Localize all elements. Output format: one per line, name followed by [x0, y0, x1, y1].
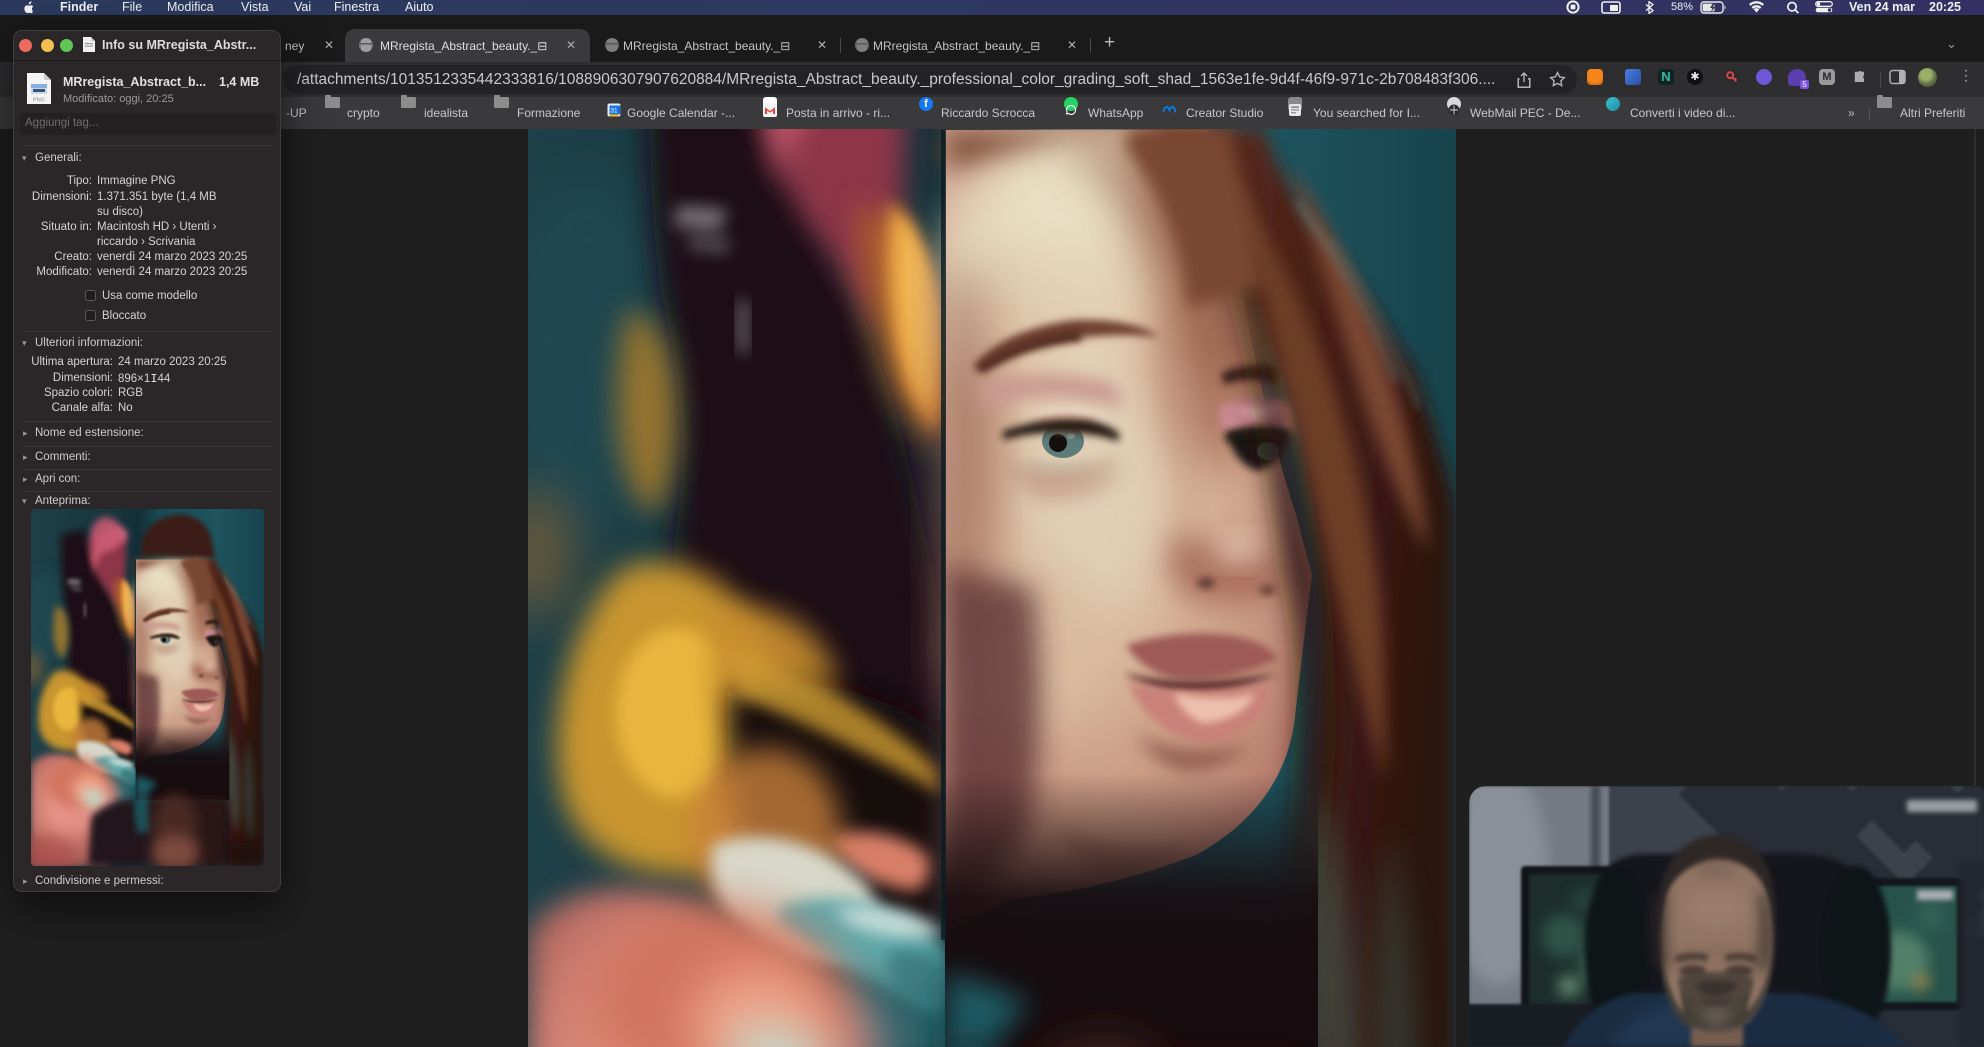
svg-text:31: 31 [610, 108, 618, 115]
svg-text:PNG: PNG [33, 98, 45, 104]
